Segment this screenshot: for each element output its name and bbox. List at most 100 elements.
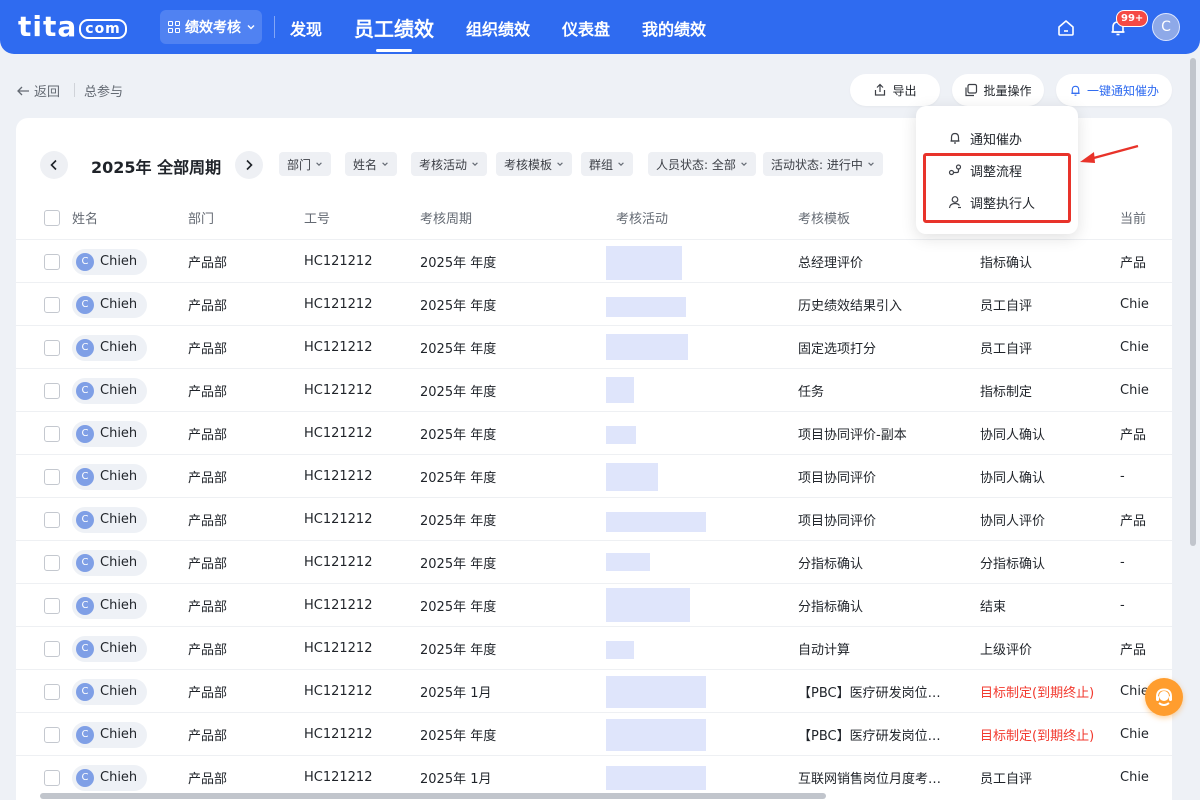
cell-period: 2025年 年度 [420, 514, 497, 529]
header-period[interactable]: 考核周期 [420, 196, 472, 239]
filter-person-status[interactable]: 人员状态: 全部 [648, 152, 756, 176]
row-checkbox[interactable] [44, 297, 60, 313]
cell-department: 产品部 [188, 342, 228, 357]
user-tag[interactable]: C Chieh [72, 506, 148, 533]
user-avatar: C [76, 725, 94, 744]
row-checkbox[interactable] [44, 469, 60, 485]
row-checkbox[interactable] [44, 426, 60, 442]
table-row[interactable]: C Chieh 产品部 HC121212 2025年 年度 任务 指标制定 Chie [16, 368, 1172, 411]
annotation-arrow-icon [1080, 144, 1139, 163]
user-tag[interactable]: C Chieh [72, 291, 148, 318]
table-row[interactable]: C Chieh 产品部 HC121212 2025年 年度 自动计算 上级评价 产品 [16, 626, 1172, 669]
filter-department[interactable]: 部门 [279, 152, 332, 176]
user-tag[interactable]: C Chieh [72, 592, 148, 619]
period-prev-button[interactable] [40, 151, 68, 179]
row-checkbox[interactable] [44, 770, 60, 786]
filter-name[interactable]: 姓名 [345, 152, 398, 176]
table-row[interactable]: C Chieh 产品部 HC121212 2025年 年度 固定选项打分 员工自评 Chie [16, 325, 1172, 368]
cell-activity-blurred [598, 713, 754, 756]
user-avatar: C [76, 295, 94, 314]
header-current[interactable]: 当前 [1120, 196, 1146, 239]
cell-name: C Chieh [72, 240, 148, 283]
table-row[interactable]: C Chieh 产品部 HC121212 2025年 年度 历史绩效结果引入 员工自评 Chi… [16, 282, 1172, 325]
blurred-content [606, 463, 658, 491]
cell-activity-blurred [598, 498, 754, 541]
filter-group[interactable]: 群组 [581, 152, 634, 176]
cell-department: 产品部 [188, 428, 228, 443]
table-row[interactable]: C Chieh 产品部 HC121212 2025年 年度 项目协同评价 协同人评价 产品 [16, 497, 1172, 540]
user-tag[interactable]: C Chieh [72, 334, 148, 361]
header-activity[interactable]: 考核活动 [616, 196, 668, 239]
row-checkbox[interactable] [44, 512, 60, 528]
cell-activity-blurred [598, 283, 754, 326]
user-tag[interactable]: C Chieh [72, 463, 148, 490]
user-tag[interactable]: C Chieh [72, 721, 148, 748]
arrow-left-icon [17, 86, 29, 95]
row-checkbox[interactable] [44, 641, 60, 657]
cell-activity-blurred [598, 412, 754, 455]
filter-label: 姓名 [353, 157, 378, 172]
batch-operation-button[interactable]: 批量操作 [952, 74, 1044, 106]
nav-item-org-performance[interactable]: 组织绩效 [466, 16, 530, 40]
nav-item-my-performance[interactable]: 我的绩效 [642, 16, 706, 40]
user-tag[interactable]: C Chieh [72, 377, 148, 404]
blurred-content [606, 766, 706, 790]
filter-template[interactable]: 考核模板 [496, 152, 573, 176]
header-name[interactable]: 姓名 [72, 196, 98, 239]
select-all-checkbox[interactable] [44, 210, 60, 226]
row-checkbox[interactable] [44, 555, 60, 571]
cell-name: C Chieh [72, 283, 148, 326]
user-tag[interactable]: C Chieh [72, 549, 148, 576]
home-icon[interactable] [1056, 18, 1076, 38]
table-row[interactable]: C Chieh 产品部 HC121212 2025年 年度 【PBC】医疗研发岗位… 目标制… [16, 712, 1172, 755]
nav-item-employee-performance[interactable]: 员工绩效 [354, 13, 434, 52]
cell-department: 产品部 [188, 256, 228, 271]
row-checkbox[interactable] [44, 254, 60, 270]
vertical-scrollbar[interactable] [1190, 58, 1196, 546]
filter-activity[interactable]: 考核活动 [411, 152, 488, 176]
table-row[interactable]: C Chieh 产品部 HC121212 2025年 年度 分指标确认 分指标确认 - [16, 540, 1172, 583]
customer-service-button[interactable] [1145, 678, 1183, 716]
cell-current: Chie [1120, 383, 1149, 398]
row-checkbox[interactable] [44, 340, 60, 356]
user-tag[interactable]: C Chieh [72, 764, 148, 791]
cell-department: 产品部 [188, 600, 228, 615]
bell-icon [950, 132, 960, 144]
cell-template: 总经理评价 [798, 256, 864, 271]
row-checkbox[interactable] [44, 598, 60, 614]
header-department[interactable]: 部门 [188, 196, 214, 239]
header-employee-id[interactable]: 工号 [304, 196, 330, 239]
user-avatar: C [76, 510, 94, 529]
notify-all-button[interactable]: 一键通知催办 [1056, 74, 1172, 106]
back-button[interactable]: 返回 [16, 81, 60, 100]
export-button[interactable]: 导出 [850, 74, 940, 106]
row-checkbox[interactable] [44, 684, 60, 700]
user-tag[interactable]: C Chieh [72, 248, 148, 275]
user-tag[interactable]: C Chieh [72, 420, 148, 447]
row-checkbox[interactable] [44, 383, 60, 399]
cell-period: 2025年 年度 [420, 428, 497, 443]
menu-item-notify[interactable]: 通知催办 [916, 122, 1078, 154]
table-row[interactable]: C Chieh 产品部 HC121212 2025年 1月 【PBC】医疗研发岗位… 目标制… [16, 669, 1172, 712]
nav-divider [274, 16, 275, 38]
table-row[interactable]: C Chieh 产品部 HC121212 2025年 年度 项目协同评价-副本 协同人确认 产… [16, 411, 1172, 454]
cell-name: C Chieh [72, 670, 148, 713]
period-next-button[interactable] [235, 151, 263, 179]
header-template[interactable]: 考核模板 [798, 196, 850, 239]
user-tag[interactable]: C Chieh [72, 635, 148, 662]
user-tag[interactable]: C Chieh [72, 678, 148, 705]
table-row[interactable]: C Chieh 产品部 HC121212 2025年 1月 互联网销售岗位月度考… 员工自评… [16, 755, 1172, 798]
cell-stage: 员工自评 [980, 772, 1033, 787]
table-row[interactable]: C Chieh 产品部 HC121212 2025年 年度 分指标确认 结束 - [16, 583, 1172, 626]
table-row[interactable]: C Chieh 产品部 HC121212 2025年 年度 总经理评价 指标确认 产品 [16, 239, 1172, 282]
nav-item-discover[interactable]: 发现 [290, 16, 322, 40]
filter-activity-status[interactable]: 活动状态: 进行中 [763, 152, 883, 176]
horizontal-scrollbar[interactable] [40, 793, 826, 799]
nav-item-dashboard[interactable]: 仪表盘 [562, 16, 610, 40]
user-avatar[interactable]: C [1152, 13, 1180, 41]
module-switcher-button[interactable]: 绩效考核 [160, 10, 262, 44]
table-row[interactable]: C Chieh 产品部 HC121212 2025年 年度 项目协同评价 协同人确认 - [16, 454, 1172, 497]
cell-department: 产品部 [188, 729, 228, 744]
tita-logo[interactable]: tita com [18, 10, 127, 43]
row-checkbox[interactable] [44, 727, 60, 743]
